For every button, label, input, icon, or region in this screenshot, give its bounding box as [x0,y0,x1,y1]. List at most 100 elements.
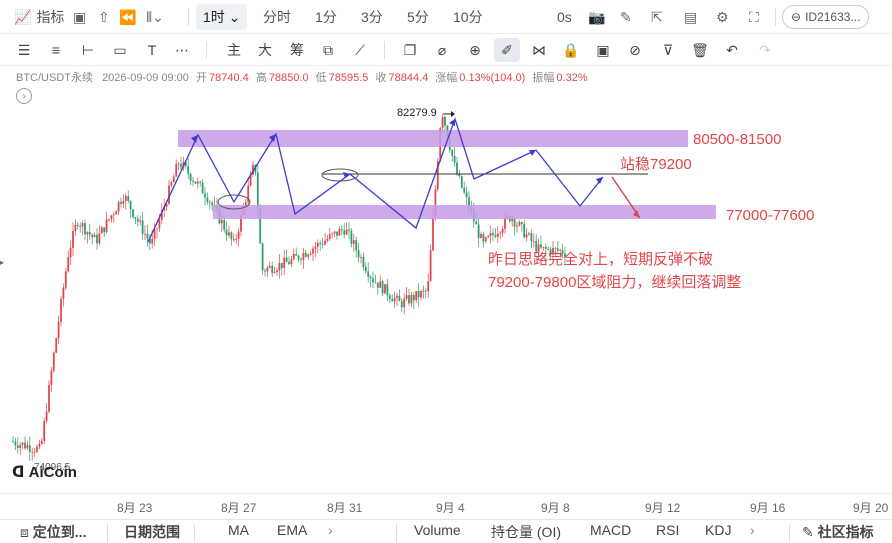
expand-icon[interactable]: › [16,88,32,104]
rect-tool-icon[interactable]: ▭ [110,34,130,66]
chevron-right-icon[interactable]: › [750,522,755,538]
candle-body [396,295,398,298]
candle-body [88,231,91,235]
settings-icon[interactable]: ⚙ [716,0,729,34]
candle-body [192,180,194,182]
link-tool-icon[interactable]: ⊘ [625,34,645,66]
main-chart-button[interactable]: 主 [224,34,244,66]
indicators-button[interactable]: 📈 指标 [14,0,64,34]
open-label: 开 [195,72,207,84]
locate-button[interactable]: ⧈ 定位到... [20,522,86,542]
rewind-icon[interactable]: ⏪ [119,0,136,34]
fullscreen-icon[interactable]: ⛶ [749,0,759,34]
more-icon[interactable]: ⋯ [172,34,192,66]
undo-icon[interactable]: ↶ [722,34,742,66]
hline-tool-icon[interactable]: ≡ [46,34,66,66]
menu-icon[interactable]: ☰ [14,34,34,66]
big-order-button[interactable]: 大 [255,34,275,66]
high-value: 78850.0 [268,72,309,84]
calendar-icon[interactable]: ▣ [73,0,86,34]
chevron-right-icon[interactable]: › [328,522,333,538]
aicoin-logo: ᗡ AiCoin [12,463,77,481]
timeframe-selector[interactable]: 1时 ⌄ [196,4,248,30]
candle-body [393,297,396,302]
indicator-volume[interactable]: Volume [414,522,461,538]
edit-icon[interactable]: ✎ [620,0,632,34]
camera-icon[interactable]: 📷 [588,0,605,34]
x-tick: 9月 8 [541,501,570,515]
zone-upper [178,130,688,147]
candle-body [180,163,182,168]
left-panel-handle[interactable]: ▸ [0,258,7,274]
trash-icon[interactable]: 🗑 [690,34,710,66]
bars-icon[interactable]: ⦀⌄ [146,0,164,34]
zoom-icon[interactable]: ⊕ [465,34,485,66]
filter-icon[interactable]: ⊽ [658,34,678,66]
save-icon[interactable]: ▤ [684,0,697,34]
bottom-bar: ⧈ 定位到... 日期范围 MA EMA › Volume 持仓量 (OI) M… [0,519,892,543]
candle-body [115,211,118,215]
community-indicators-button[interactable]: ✎ 社区指标 [802,522,874,542]
candle-body [220,220,223,224]
date-range-button[interactable]: 日期范围 [124,522,180,542]
indicator-ma[interactable]: MA [228,522,249,538]
timeframe-5m[interactable]: 5分 [407,0,429,34]
candle-body [364,267,367,272]
text-tool-icon[interactable]: T [142,34,162,66]
candle-body [189,173,192,181]
locate-icon: ⧈ [20,524,29,540]
candle-body [352,240,355,244]
indicator-macd[interactable]: MACD [590,522,631,538]
candle-body [451,149,454,156]
candle-body [429,250,432,282]
candle-body [458,174,461,177]
account-selector[interactable]: ⊖ ID21633... [782,5,870,29]
candle-body [31,451,34,453]
indicator-ema[interactable]: EMA [277,522,307,538]
pen-icon[interactable]: ✐ [494,38,520,62]
zone-lower [213,205,716,219]
indicator-oi[interactable]: 持仓量 (OI) [491,522,561,542]
timeframe-1m[interactable]: 1分 [315,0,337,34]
timeframe-3m[interactable]: 3分 [361,0,383,34]
candle-body [55,338,58,353]
candle-body [420,291,422,298]
candle-body [379,281,382,288]
line-tool-icon[interactable]: ⟋ [350,34,370,66]
candle-body [81,223,84,227]
candle-body [196,181,199,184]
candle-body [48,384,50,412]
lock-icon[interactable]: 🔒 [561,34,581,66]
candle-body [100,227,103,234]
note-line-1: 昨日思路完全对上，短期反弹不破 [488,251,714,268]
candle-body [93,234,96,238]
note-icon[interactable]: ▣ [593,34,613,66]
redo-icon[interactable]: ↷ [755,34,775,66]
seconds-toggle[interactable]: 0s [557,0,572,34]
candle-body [156,228,158,230]
ray-tool-icon[interactable]: ⊢ [78,34,98,66]
chips-button[interactable]: 筹 [287,34,307,66]
timeframe-10m[interactable]: 10分 [453,0,483,34]
candle-body [52,352,55,371]
indicator-rsi[interactable]: RSI [656,522,679,538]
timeframe-fenshi[interactable]: 分时 [263,0,291,34]
candle-body [290,259,293,265]
indicator-kdj[interactable]: KDJ [705,522,731,538]
ruler-icon[interactable]: ⌀ [432,34,452,66]
locate-label: 定位到... [32,524,87,540]
candle-body [271,265,274,273]
candle-body [67,257,70,272]
replay-icon[interactable]: ⇧ [98,0,110,34]
candle-body [280,262,283,269]
external-icon[interactable]: ⇱ [651,0,663,34]
candle-body [499,232,502,234]
magnet-icon[interactable]: ⋈ [529,34,549,66]
copy-icon[interactable]: ❐ [400,34,420,66]
candle-body [146,233,149,239]
candle-body [369,276,372,279]
candle-body [381,281,384,294]
compare-icon[interactable]: ⧉ [318,34,338,66]
note-line-2: 79200-79800区域阻力，继续回落调整 [488,274,742,291]
candle-body [525,234,528,238]
